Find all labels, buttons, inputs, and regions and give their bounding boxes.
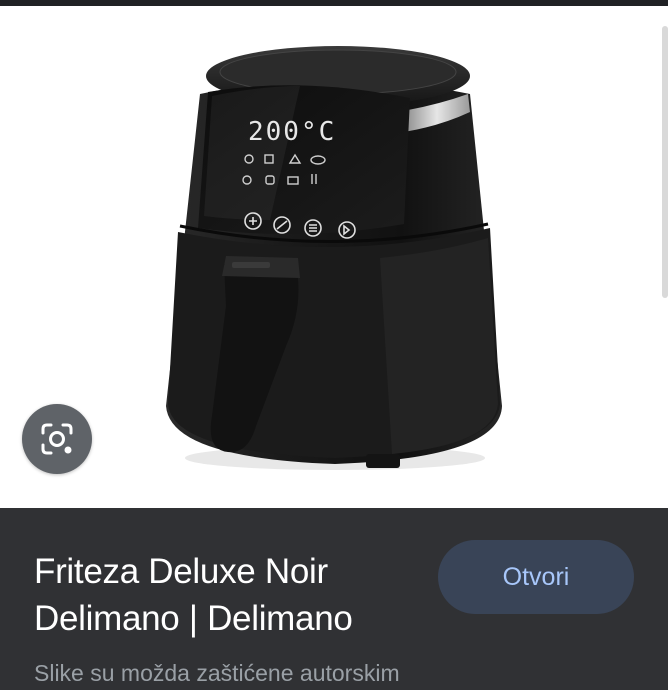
result-info-panel: Friteza Deluxe Noir Delimano | Delimano … [0, 508, 668, 690]
copyright-notice: Slike su možda zaštićene autorskim [34, 660, 400, 686]
temperature-display: 200°C [248, 117, 336, 147]
lens-button[interactable] [22, 404, 92, 474]
product-image-panel: 200°C [0, 6, 668, 508]
air-fryer-image: 200°C [166, 46, 502, 470]
lens-search-icon [41, 423, 73, 455]
open-button[interactable]: Otvori [438, 540, 634, 614]
scrollbar[interactable] [662, 26, 668, 298]
result-title-line-1: Friteza Deluxe Noir [34, 552, 328, 591]
result-title-line-2: Delimano | Delimano [34, 599, 353, 638]
result-title[interactable]: Friteza Deluxe Noir Delimano | Delimano [34, 548, 414, 642]
